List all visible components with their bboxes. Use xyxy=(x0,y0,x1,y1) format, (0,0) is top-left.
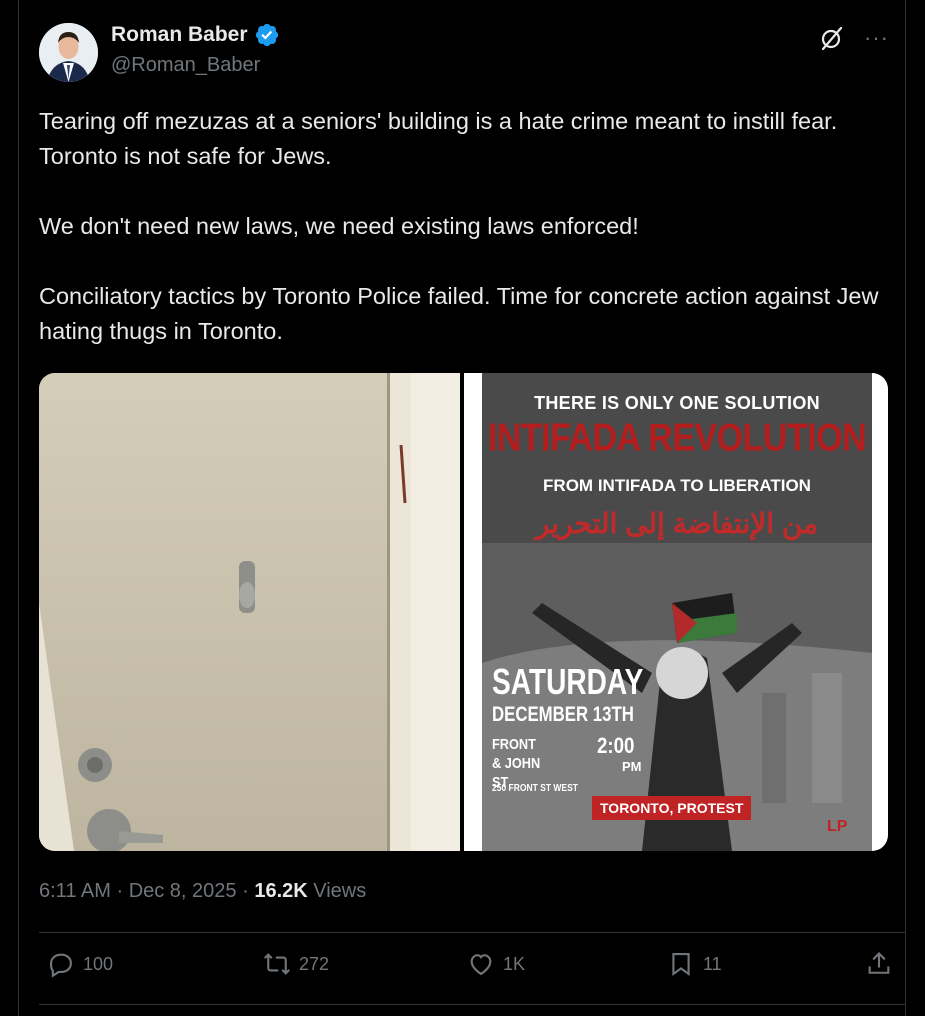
reply-icon xyxy=(50,953,72,978)
poster-arabic-text: من الإنتفاضة إلى التحرير xyxy=(535,508,819,539)
poster-logo-icon: LP xyxy=(827,818,848,835)
meta-separator: · xyxy=(236,880,255,902)
door-photo[interactable] xyxy=(39,373,460,851)
meta-separator: · xyxy=(110,880,129,902)
poster-subtitle: FROM INTIFADA TO LIBERATION xyxy=(543,476,811,495)
bookmark-count: 11 xyxy=(703,953,722,974)
bookmark-button[interactable]: 11 xyxy=(667,950,722,978)
avatar[interactable] xyxy=(39,23,98,82)
poster-title: INTIFADA REVOLUTION xyxy=(487,416,867,460)
share-button[interactable] xyxy=(865,950,893,978)
like-count: 1K xyxy=(503,953,526,974)
verified-badge-icon xyxy=(255,23,278,47)
reply-button[interactable]: 100 xyxy=(47,950,113,978)
poster-day: SATURDAY xyxy=(492,661,644,702)
divider xyxy=(39,1004,905,1005)
page-frame: Roman Baber @Roman_Baber ··· Tearing off… xyxy=(0,0,925,1016)
reply-count: 100 xyxy=(83,953,114,974)
like-button[interactable]: 1K xyxy=(467,950,525,978)
share-icon xyxy=(868,952,890,974)
views-count: 16.2K xyxy=(254,880,308,902)
display-name[interactable]: Roman Baber xyxy=(111,23,248,47)
tweet-paragraph: Conciliatory tactics by Toronto Police f… xyxy=(39,283,879,344)
grok-icon[interactable] xyxy=(818,24,846,52)
poster-headline: THERE IS ONLY ONE SOLUTION xyxy=(534,393,820,413)
media-grid: THERE IS ONLY ONE SOLUTION INTIFADA REVO… xyxy=(39,373,888,851)
tweet-text: Tearing off mezuzas at a seniors' buildi… xyxy=(39,104,889,384)
poster-address: 250 FRONT ST WEST xyxy=(492,783,578,794)
tweet-date[interactable]: Dec 8, 2025 xyxy=(129,880,237,902)
poster-date: DECEMBER 13TH xyxy=(492,703,634,726)
bookmark-icon xyxy=(672,953,690,976)
heart-icon xyxy=(470,954,492,976)
views-label: Views xyxy=(307,880,367,902)
left-rail xyxy=(0,0,19,1016)
poster: THERE IS ONLY ONE SOLUTION INTIFADA REVO… xyxy=(482,373,872,851)
more-options-icon[interactable]: ··· xyxy=(864,27,889,49)
repost-button[interactable]: 272 xyxy=(263,950,329,978)
author-handle[interactable]: @Roman_Baber xyxy=(111,54,260,77)
tweet-card: Roman Baber @Roman_Baber ··· Tearing off… xyxy=(19,0,905,1016)
action-bar: 100 272 1K 11 xyxy=(39,950,905,990)
tweet-paragraph: Tearing off mezuzas at a seniors' buildi… xyxy=(39,108,838,169)
top-right-icons: ··· xyxy=(818,24,889,52)
tweet-paragraph: We don't need new laws, we need existing… xyxy=(39,213,639,239)
right-rail xyxy=(905,0,925,1016)
tweet-metadata: 6:11 AM · Dec 8, 2025 · 16.2K Views xyxy=(39,880,366,903)
repost-count: 272 xyxy=(299,953,330,974)
tweet-time[interactable]: 6:11 AM xyxy=(39,880,111,902)
poster-ampm: PM xyxy=(622,759,642,774)
poster-badge: TORONTO, PROTEST xyxy=(592,796,752,820)
author-name-row: Roman Baber xyxy=(111,22,280,48)
poster-time: 2:00 xyxy=(597,733,635,758)
repost-icon xyxy=(264,953,290,975)
protest-poster-image[interactable]: THERE IS ONLY ONE SOLUTION INTIFADA REVO… xyxy=(464,373,888,851)
divider xyxy=(39,932,905,933)
